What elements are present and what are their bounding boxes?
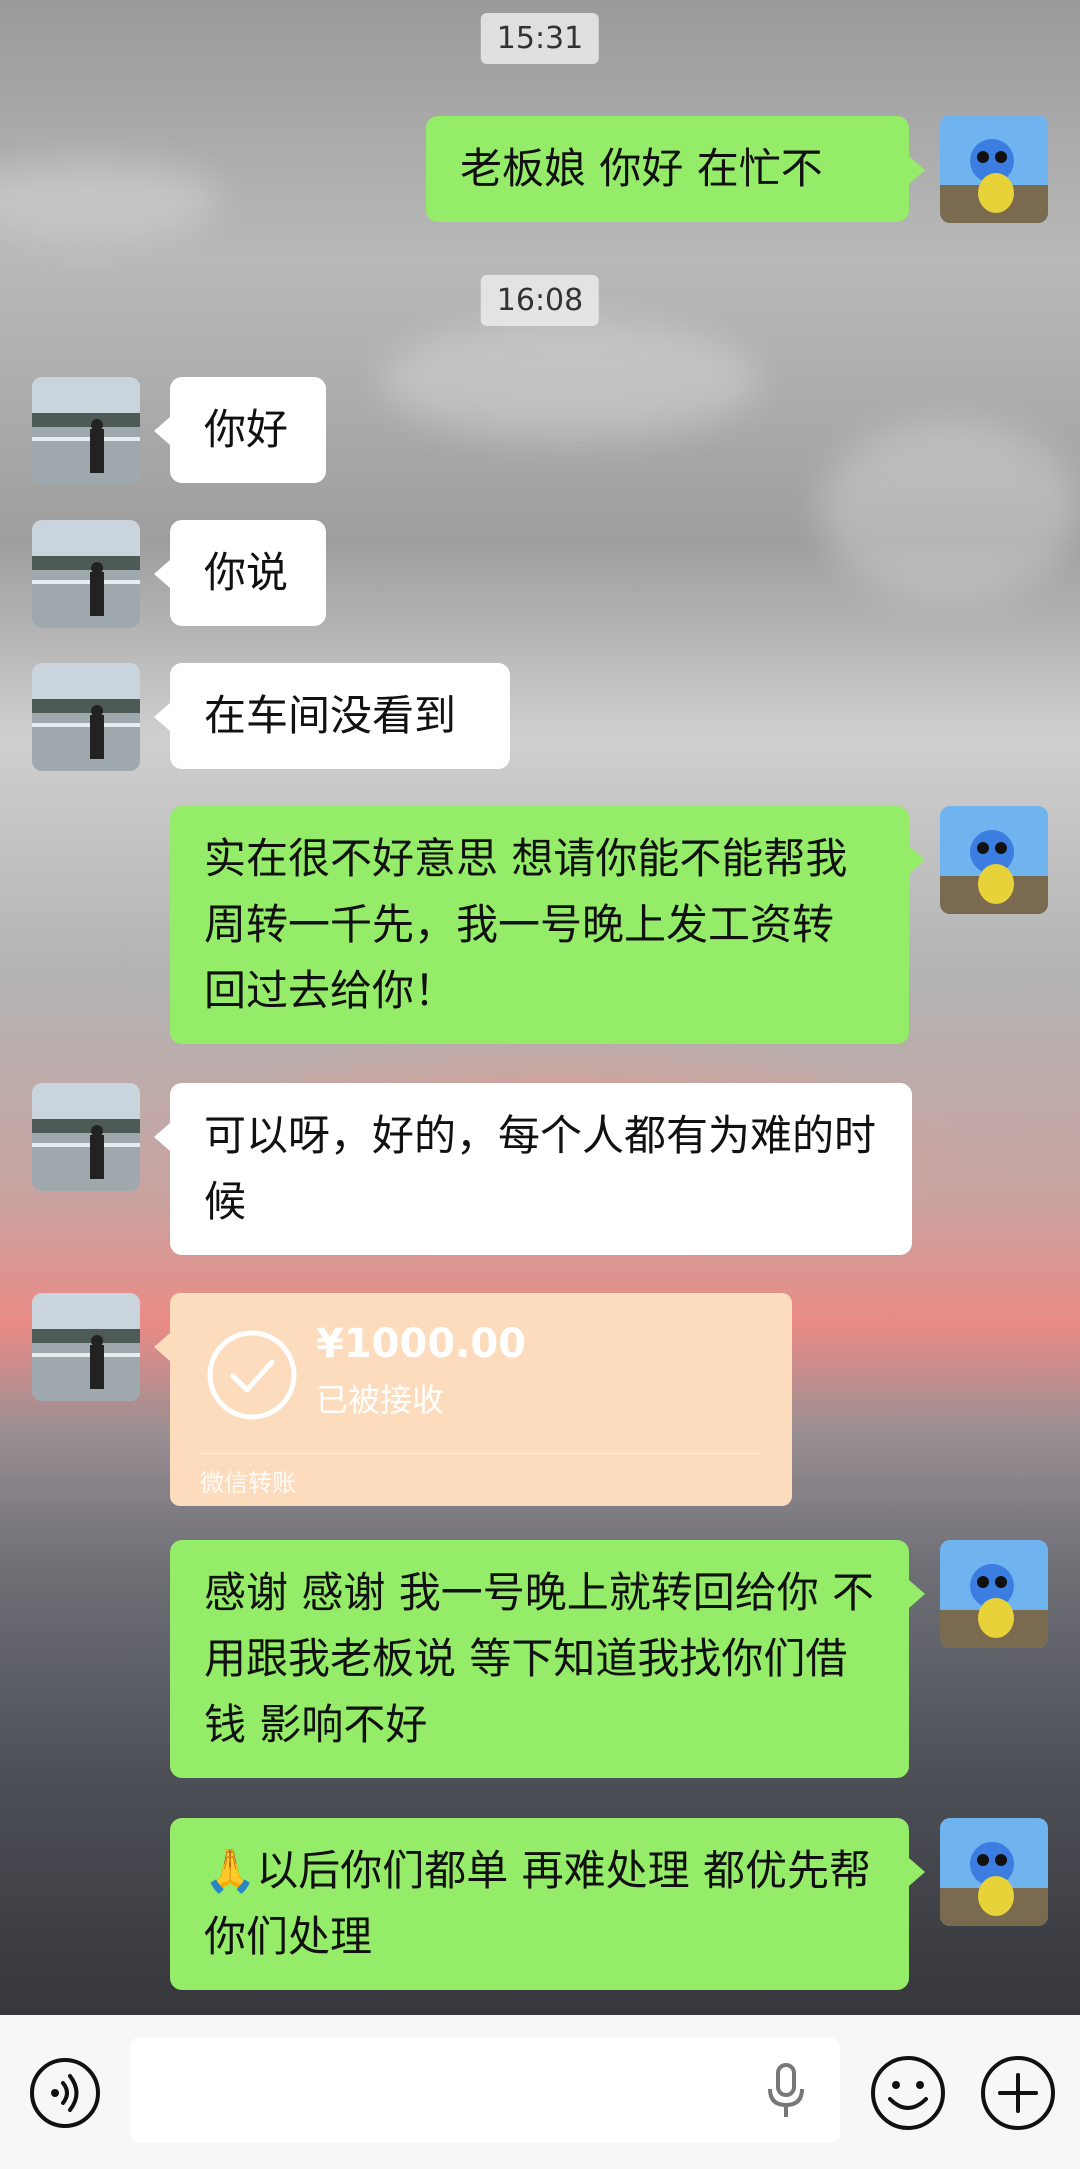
- emoji-icon[interactable]: [868, 2053, 948, 2137]
- my-avatar[interactable]: [940, 806, 1048, 914]
- plus-icon[interactable]: [978, 2053, 1058, 2137]
- contact-avatar[interactable]: [32, 377, 140, 485]
- message-bubble-sent[interactable]: 老板娘 你好 在忙不: [426, 116, 925, 222]
- microphone-icon[interactable]: [766, 2061, 806, 2125]
- message-bubble-received[interactable]: 你说: [154, 520, 326, 626]
- contact-avatar[interactable]: [32, 1293, 140, 1401]
- transfer-amount: ¥1000.00: [316, 1321, 527, 1367]
- message-bubble-sent[interactable]: 实在很不好意思 想请你能不能帮我周转一千先，我一号晚上发工资转回过去给你！: [170, 806, 925, 1044]
- contact-avatar[interactable]: [32, 520, 140, 628]
- check-circle-icon: [206, 1329, 298, 1425]
- my-avatar[interactable]: [940, 1818, 1048, 1926]
- message-bubble-sent[interactable]: 🙏以后你们都单 再难处理 都优先帮你们处理: [170, 1818, 925, 1990]
- transfer-card[interactable]: ¥1000.00 已被接收 微信转账: [154, 1293, 792, 1506]
- chat-input-bar: [0, 2015, 1080, 2169]
- message-bubble-received[interactable]: 你好: [154, 377, 326, 483]
- transfer-label: 微信转账: [200, 1469, 296, 1497]
- timestamp: 15:31: [480, 13, 600, 64]
- message-bubble-sent[interactable]: 感谢 感谢 我一号晚上就转回给你 不用跟我老板说 等下知道我找你们借钱 影响不好: [170, 1540, 925, 1778]
- voice-icon[interactable]: [27, 2055, 103, 2135]
- message-bubble-received[interactable]: 可以呀，好的，每个人都有为难的时候: [154, 1083, 912, 1255]
- timestamp: 16:08: [480, 275, 600, 326]
- my-avatar[interactable]: [940, 1540, 1048, 1648]
- my-avatar[interactable]: [940, 115, 1048, 223]
- message-input[interactable]: [130, 2037, 840, 2143]
- contact-avatar[interactable]: [32, 1083, 140, 1191]
- transfer-divider: [200, 1453, 762, 1454]
- contact-avatar[interactable]: [32, 663, 140, 771]
- transfer-status: 已被接收: [316, 1381, 445, 1419]
- message-bubble-received[interactable]: 在车间没看到: [154, 663, 510, 769]
